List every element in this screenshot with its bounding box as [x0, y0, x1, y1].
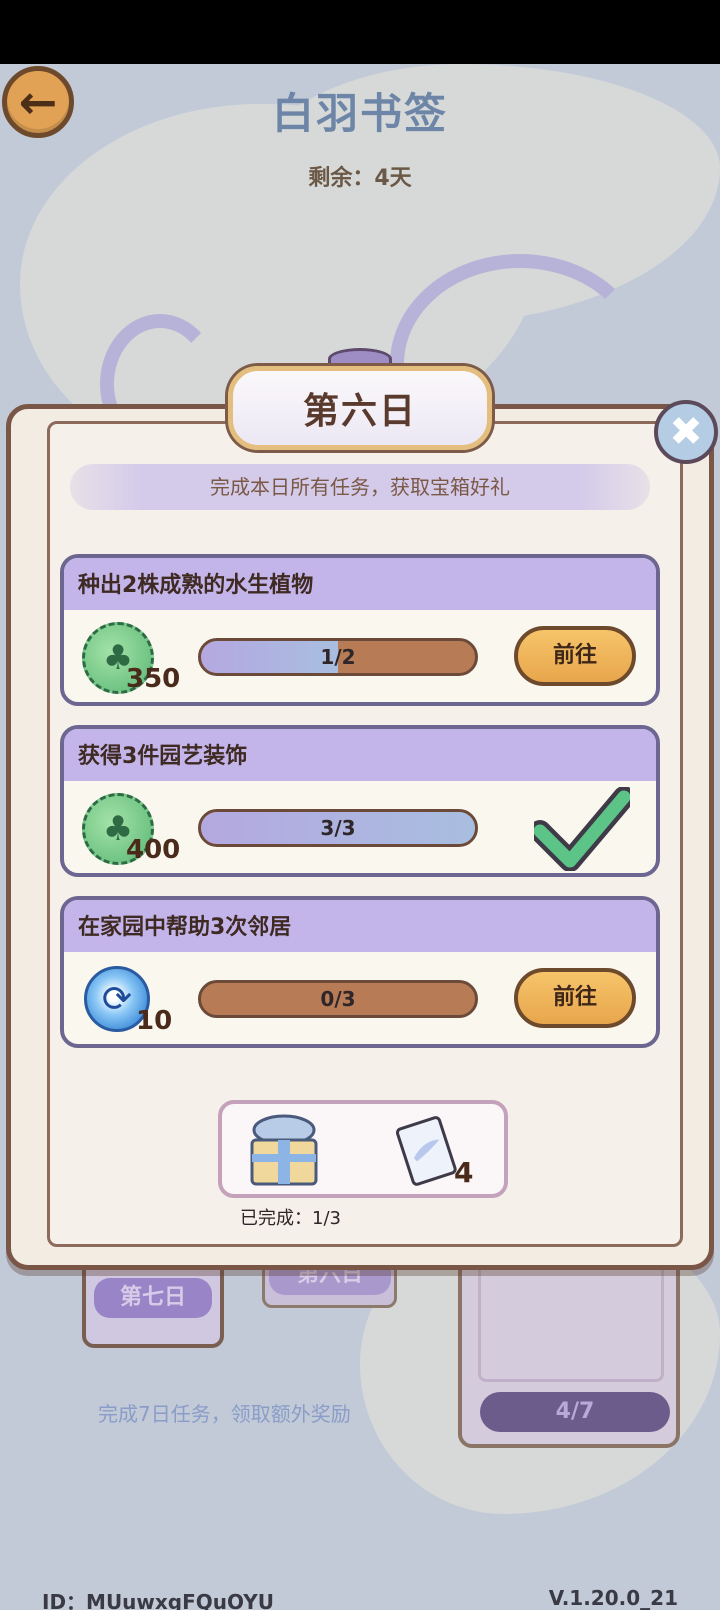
task-reward: ⟳ 10 [80, 960, 190, 1044]
reward-quantity: 400 [126, 835, 181, 865]
dialog-title: 第六日 [302, 391, 417, 432]
player-id: ID：MUuwxgFQuOYU [42, 1590, 275, 1610]
go-button[interactable]: 前往 [514, 626, 636, 686]
close-icon: ✖ [669, 409, 703, 455]
checkmark-icon [534, 787, 630, 871]
gift-box-icon [250, 1114, 318, 1186]
task-title: 获得3件园艺装饰 [64, 729, 656, 781]
remaining-days: 剩余：4天 [308, 166, 412, 191]
day-tag-7: 第七日 [94, 1278, 212, 1318]
reward-frame [478, 1252, 664, 1382]
task-card: 获得3件园艺装饰 ♣ 400 3/3 [60, 725, 660, 877]
task-progress-text: 3/3 [320, 816, 356, 840]
status-bar [0, 0, 720, 64]
task-progress-bar: 3/3 [198, 809, 478, 847]
week-hint: 完成7日任务，领取额外奖励 [98, 1402, 351, 1426]
task-title: 在家园中帮助3次邻居 [64, 900, 656, 952]
task-progress-text: 1/2 [320, 645, 356, 669]
task-progress-text: 0/3 [320, 987, 356, 1011]
completed-count: 已完成：1/3 [240, 1208, 341, 1229]
chest-item-quantity: 4 [454, 1156, 474, 1189]
task-progress-bar: 0/3 [198, 980, 478, 1018]
week-progress: 4/7 [480, 1392, 670, 1432]
task-title: 种出2株成熟的水生植物 [64, 558, 656, 610]
dialog-title-plaque: 第六日 [228, 366, 492, 450]
close-button[interactable]: ✖ [654, 400, 718, 464]
task-card: 种出2株成熟的水生植物 ♣ 350 1/2 前往 [60, 554, 660, 706]
dialog-subtitle: 完成本日所有任务，获取宝箱好礼 [70, 464, 650, 510]
task-progress-bar: 1/2 [198, 638, 478, 676]
chest-reward-panel[interactable]: 4 [218, 1100, 508, 1198]
task-reward: ♣ 400 [80, 789, 190, 873]
task-reward: ♣ 350 [80, 618, 190, 702]
reward-quantity: 350 [126, 664, 181, 694]
reward-quantity: 10 [136, 1006, 173, 1036]
feather-scroll-icon [395, 1116, 457, 1186]
task-card: 在家园中帮助3次邻居 ⟳ 10 0/3 前往 [60, 896, 660, 1048]
go-button[interactable]: 前往 [514, 968, 636, 1028]
page-title: 白羽书签 [271, 89, 448, 138]
version-label: V.1.20.0_21 [548, 1586, 678, 1610]
